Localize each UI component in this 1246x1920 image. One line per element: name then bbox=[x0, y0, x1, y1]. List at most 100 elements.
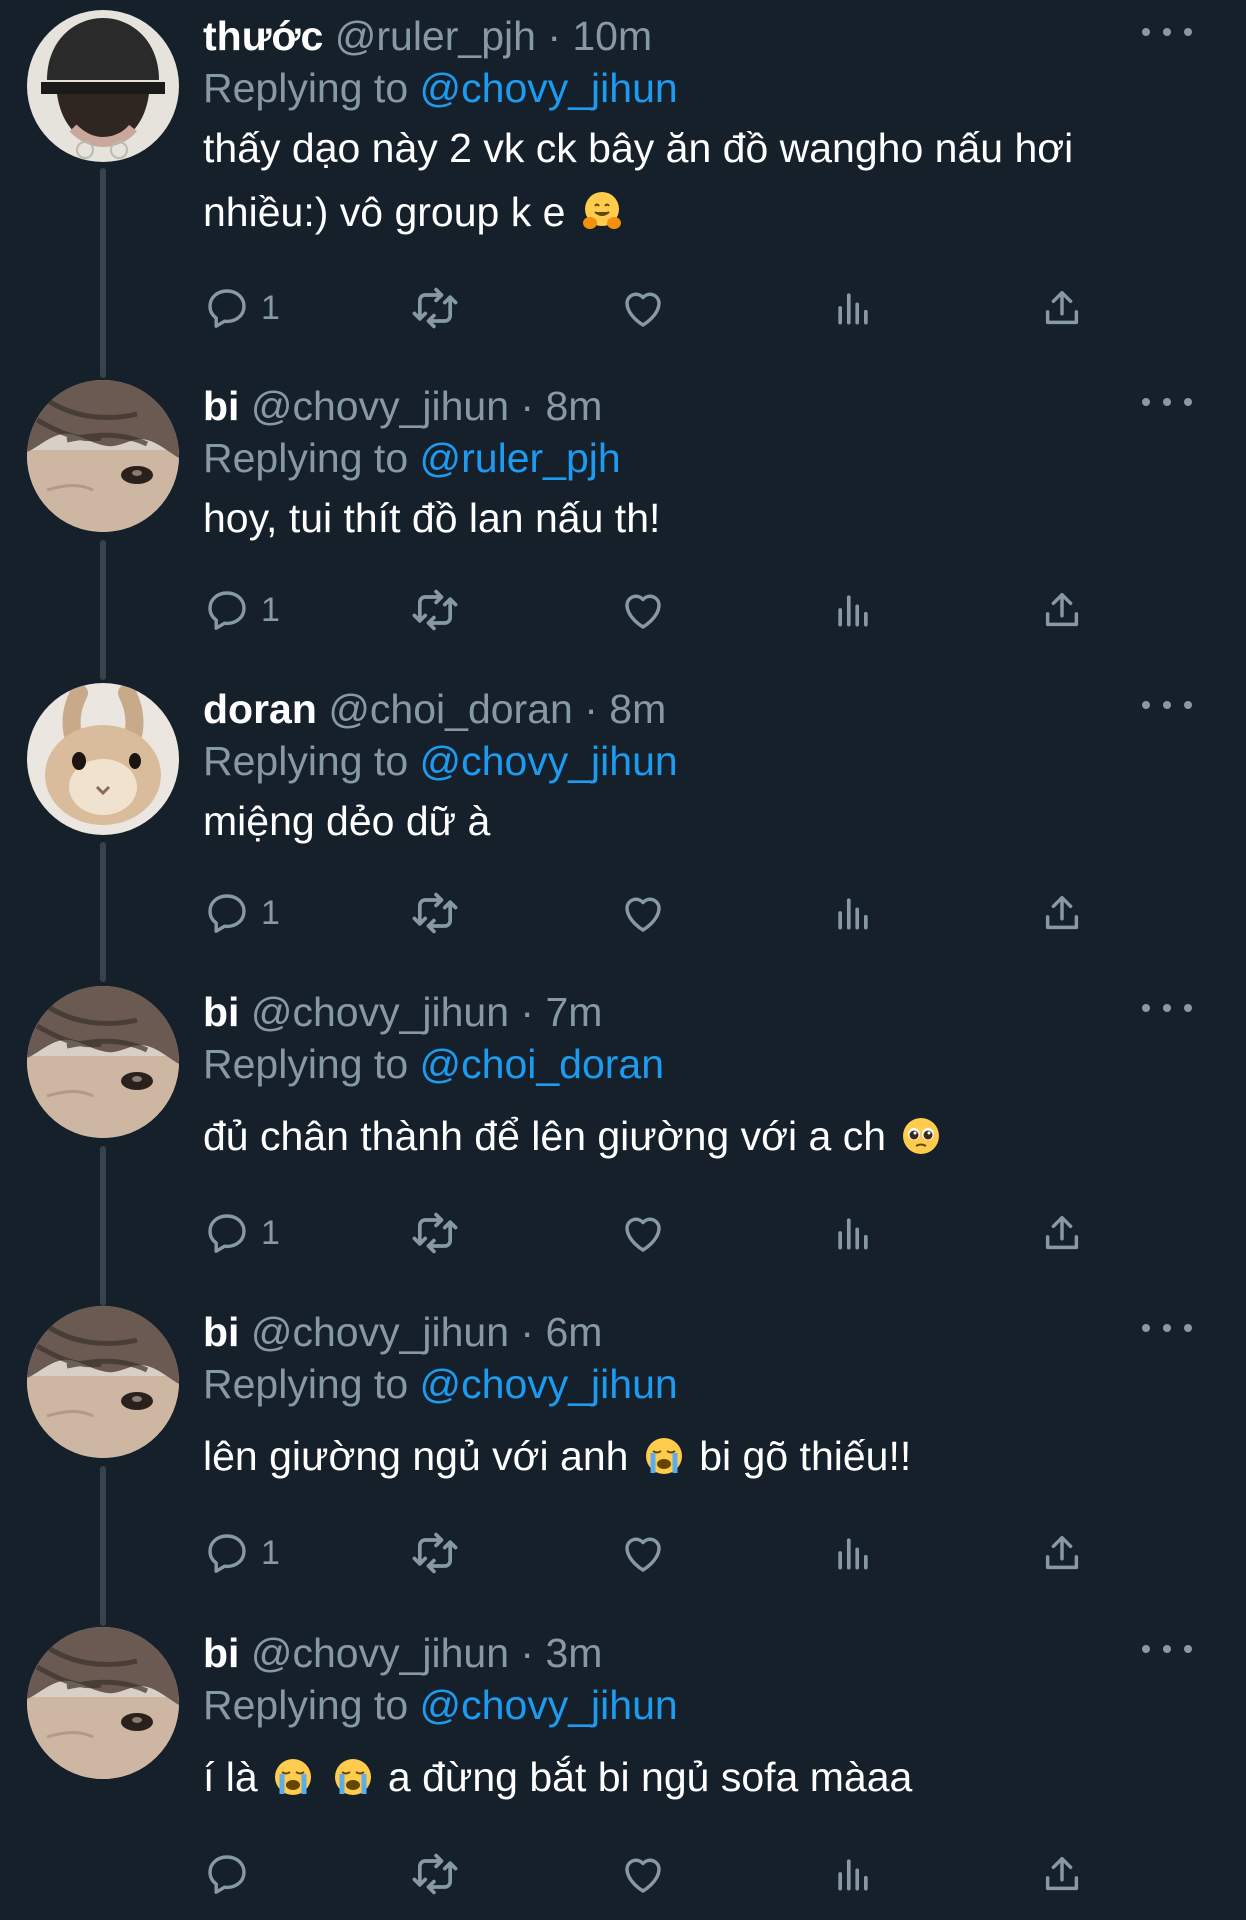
more-icon[interactable] bbox=[1142, 998, 1192, 1018]
retweet-button[interactable] bbox=[409, 1523, 461, 1583]
avatar[interactable] bbox=[27, 380, 179, 532]
reply-button[interactable]: 1 bbox=[203, 580, 280, 640]
like-button[interactable] bbox=[619, 883, 667, 943]
analytics-button[interactable] bbox=[831, 278, 875, 338]
tweet-text-line: nhiều:) vô group k e bbox=[203, 189, 566, 235]
replying-to: Replying to @chovy_jihun bbox=[203, 735, 1186, 787]
mention-link[interactable]: @choi_doran bbox=[420, 1041, 665, 1087]
timestamp[interactable]: · 7m bbox=[520, 989, 602, 1035]
like-button[interactable] bbox=[619, 278, 667, 338]
tweet-text: đủ chân thành để lên giường với a ch bbox=[203, 1104, 1186, 1168]
retweet-icon bbox=[409, 1848, 461, 1900]
retweet-button[interactable] bbox=[409, 278, 461, 338]
replying-to-label: Replying to bbox=[203, 1361, 409, 1407]
analytics-button[interactable] bbox=[831, 1844, 875, 1904]
more-icon[interactable] bbox=[1142, 695, 1192, 715]
timestamp[interactable]: · 6m bbox=[520, 1309, 602, 1355]
analytics-icon bbox=[831, 1211, 875, 1255]
display-name[interactable]: bi bbox=[203, 1630, 239, 1676]
handle[interactable]: @ruler_pjh bbox=[335, 13, 536, 59]
like-button[interactable] bbox=[619, 580, 667, 640]
more-icon[interactable] bbox=[1142, 1639, 1192, 1659]
retweet-button[interactable] bbox=[409, 1844, 461, 1904]
avatar[interactable] bbox=[27, 1627, 179, 1779]
display-name[interactable]: doran bbox=[203, 686, 317, 732]
analytics-button[interactable] bbox=[831, 1203, 875, 1263]
analytics-icon bbox=[831, 1852, 875, 1896]
analytics-button[interactable] bbox=[831, 580, 875, 640]
more-icon[interactable] bbox=[1142, 22, 1192, 42]
timestamp[interactable]: · 8m bbox=[584, 686, 666, 732]
tweet-text-content: đủ chân thành để lên giường với a ch bbox=[203, 1113, 887, 1159]
reply-button[interactable]: 1 bbox=[203, 278, 280, 338]
share-icon bbox=[1039, 890, 1085, 936]
handle[interactable]: @chovy_jihun bbox=[251, 1630, 509, 1676]
analytics-icon bbox=[831, 891, 875, 935]
share-button[interactable] bbox=[1039, 580, 1085, 640]
reply-count: 1 bbox=[261, 288, 280, 327]
like-icon bbox=[619, 284, 667, 332]
mention-link[interactable]: @chovy_jihun bbox=[420, 1682, 678, 1728]
like-button[interactable] bbox=[619, 1844, 667, 1904]
analytics-icon bbox=[831, 286, 875, 330]
display-name[interactable]: thước bbox=[203, 13, 323, 59]
more-icon[interactable] bbox=[1142, 392, 1192, 412]
tweet-actions: 1 bbox=[203, 580, 1103, 640]
tweet-text-after: a đừng bắt bi ngủ sofa màaa bbox=[387, 1754, 913, 1800]
reply-button[interactable] bbox=[203, 1844, 261, 1904]
replying-to: Replying to @chovy_jihun bbox=[203, 1358, 1186, 1410]
hugging-face-emoji-icon bbox=[581, 190, 623, 232]
loudly-crying-face-emoji-icon bbox=[644, 1436, 684, 1476]
mention-link[interactable]: @ruler_pjh bbox=[420, 435, 621, 481]
share-button[interactable] bbox=[1039, 1203, 1085, 1263]
mention-link[interactable]: @chovy_jihun bbox=[420, 738, 678, 784]
replying-to-label: Replying to bbox=[203, 738, 409, 784]
mention-link[interactable]: @chovy_jihun bbox=[420, 1361, 678, 1407]
retweet-icon bbox=[409, 584, 461, 636]
timestamp[interactable]: · 3m bbox=[520, 1630, 602, 1676]
display-name[interactable]: bi bbox=[203, 989, 239, 1035]
share-icon bbox=[1039, 587, 1085, 633]
display-name[interactable]: bi bbox=[203, 1309, 239, 1355]
reply-icon bbox=[203, 586, 251, 634]
handle[interactable]: @chovy_jihun bbox=[251, 989, 509, 1035]
reply-button[interactable]: 1 bbox=[203, 883, 280, 943]
share-button[interactable] bbox=[1039, 883, 1085, 943]
timestamp[interactable]: · 8m bbox=[520, 383, 602, 429]
display-name[interactable]: bi bbox=[203, 383, 239, 429]
tweet-text: thấy dạo này 2 vk ck bây ăn đồ wangho nấ… bbox=[203, 116, 1186, 244]
share-icon bbox=[1039, 285, 1085, 331]
share-button[interactable] bbox=[1039, 1523, 1085, 1583]
tweet-header: bi @chovy_jihun · 7m bbox=[203, 986, 1186, 1038]
share-button[interactable] bbox=[1039, 278, 1085, 338]
handle[interactable]: @chovy_jihun bbox=[251, 383, 509, 429]
tweet-text: lên giường ngủ với anh bi gõ thiếu!! bbox=[203, 1424, 1186, 1488]
share-button[interactable] bbox=[1039, 1844, 1085, 1904]
avatar[interactable] bbox=[27, 986, 179, 1138]
handle[interactable]: @choi_doran bbox=[328, 686, 573, 732]
retweet-button[interactable] bbox=[409, 1203, 461, 1263]
retweet-icon bbox=[409, 1527, 461, 1579]
reply-button[interactable]: 1 bbox=[203, 1203, 280, 1263]
reply-icon bbox=[203, 889, 251, 937]
tweet-text-before: lên giường ngủ với anh bbox=[203, 1433, 629, 1479]
avatar[interactable] bbox=[27, 10, 179, 162]
retweet-button[interactable] bbox=[409, 883, 461, 943]
tweet-text: hoy, tui thít đồ lan nấu th! bbox=[203, 495, 661, 541]
analytics-button[interactable] bbox=[831, 1523, 875, 1583]
analytics-button[interactable] bbox=[831, 883, 875, 943]
share-icon bbox=[1039, 1210, 1085, 1256]
reply-button[interactable]: 1 bbox=[203, 1523, 280, 1583]
avatar[interactable] bbox=[27, 683, 179, 835]
replying-to-label: Replying to bbox=[203, 1041, 409, 1087]
avatar[interactable] bbox=[27, 1306, 179, 1458]
tweet-text-before: í là bbox=[203, 1754, 258, 1800]
tweet-header: thước @ruler_pjh · 10m bbox=[203, 10, 1186, 62]
mention-link[interactable]: @chovy_jihun bbox=[420, 65, 678, 111]
like-button[interactable] bbox=[619, 1203, 667, 1263]
more-icon[interactable] bbox=[1142, 1318, 1192, 1338]
retweet-button[interactable] bbox=[409, 580, 461, 640]
like-button[interactable] bbox=[619, 1523, 667, 1583]
handle[interactable]: @chovy_jihun bbox=[251, 1309, 509, 1355]
timestamp[interactable]: · 10m bbox=[547, 13, 652, 59]
